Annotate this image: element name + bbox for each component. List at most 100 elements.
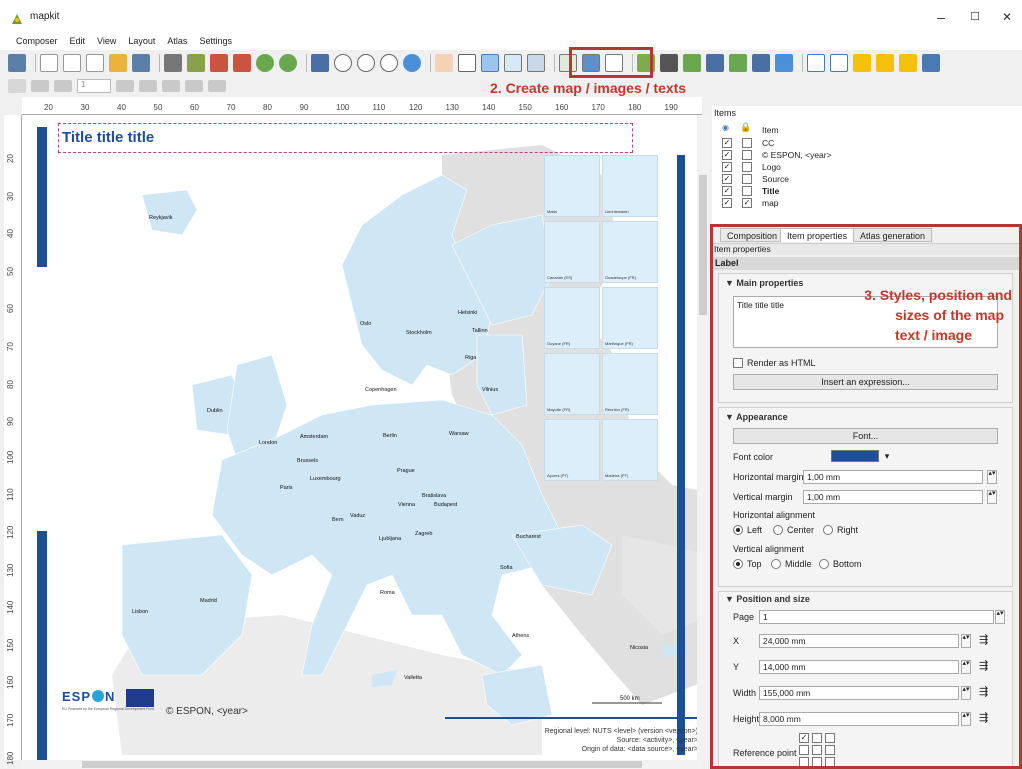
width-data-defined-icon[interactable]: ⇶ — [979, 685, 988, 698]
y-spinner[interactable]: ▴▾ — [961, 660, 971, 674]
atlas-prev-icon[interactable] — [54, 80, 72, 92]
add-polyline-icon[interactable] — [729, 54, 747, 72]
item-row[interactable]: ✓ CC — [720, 137, 1010, 149]
font-color-swatch[interactable] — [831, 450, 879, 462]
item-row[interactable]: ✓ Source — [720, 173, 1010, 185]
add-table-icon[interactable] — [752, 54, 770, 72]
x-spinner[interactable]: ▴▾ — [961, 634, 971, 648]
y-field[interactable]: 14,000 mm — [759, 660, 959, 674]
align-icon[interactable] — [922, 54, 940, 72]
export-svg-icon[interactable] — [210, 54, 228, 72]
height-field[interactable]: 8,000 mm — [759, 712, 959, 726]
x-data-defined-icon[interactable]: ⇶ — [979, 633, 988, 646]
atlas-first-icon[interactable] — [31, 80, 49, 92]
item-row[interactable]: ✓ © ESPON, <year> — [720, 149, 1010, 161]
font-color-dropdown-icon[interactable]: ▾ — [879, 449, 895, 463]
atlas-last-icon[interactable] — [139, 80, 157, 92]
item-visible-checkbox[interactable]: ✓ — [722, 162, 732, 172]
add-arrow-icon[interactable] — [706, 54, 724, 72]
undo-icon[interactable] — [256, 54, 274, 72]
reference-point-cell[interactable] — [825, 757, 835, 767]
valign-middle-radio[interactable] — [771, 559, 781, 569]
hmargin-spinner[interactable]: ▴▾ — [987, 470, 997, 484]
item-lock-checkbox[interactable] — [742, 138, 752, 148]
zoom-tool-icon[interactable] — [458, 54, 476, 72]
vmargin-field[interactable]: 1,00 mm — [803, 490, 983, 504]
atlas-page-field[interactable]: 1 — [77, 79, 111, 93]
save-template-icon[interactable] — [132, 54, 150, 72]
height-data-defined-icon[interactable]: ⇶ — [979, 711, 988, 724]
pan-icon[interactable] — [435, 54, 453, 72]
minimize-button[interactable]: – — [930, 8, 952, 26]
tab-atlas-generation[interactable]: Atlas generation — [853, 228, 933, 242]
item-row[interactable]: ✓ Title — [720, 185, 1010, 197]
unlock-icon[interactable] — [876, 54, 894, 72]
main-properties-title[interactable]: ▼ Main properties — [725, 278, 803, 288]
item-lock-checkbox[interactable]: ✓ — [742, 198, 752, 208]
item-lock-checkbox[interactable] — [742, 186, 752, 196]
item-lock-checkbox[interactable] — [742, 174, 752, 184]
source-label[interactable]: Regional level: NUTS <level> (version <v… — [545, 727, 698, 754]
duplicate-composer-icon[interactable] — [63, 54, 81, 72]
halign-right-radio[interactable] — [823, 525, 833, 535]
add-scalebar-icon[interactable] — [660, 54, 678, 72]
position-size-title[interactable]: ▼ Position and size — [725, 594, 810, 604]
export-image-icon[interactable] — [187, 54, 205, 72]
copyright-label[interactable]: © ESPON, <year> — [166, 706, 248, 717]
redo-icon[interactable] — [279, 54, 297, 72]
item-lock-checkbox[interactable] — [742, 150, 752, 160]
zoom-actual-icon[interactable] — [334, 54, 352, 72]
atlas-next-icon[interactable] — [116, 80, 134, 92]
valign-bottom-radio[interactable] — [819, 559, 829, 569]
insert-expression-button[interactable]: Insert an expression... — [733, 374, 998, 390]
reference-point-cell[interactable] — [812, 757, 822, 767]
font-button[interactable]: Font... — [733, 428, 998, 444]
menu-atlas[interactable]: Atlas — [161, 34, 193, 50]
reference-point-grid[interactable]: ✓ — [799, 733, 839, 769]
render-html-checkbox[interactable] — [733, 358, 743, 368]
item-visible-checkbox[interactable]: ✓ — [722, 174, 732, 184]
atlas-print-icon[interactable] — [162, 80, 180, 92]
x-field[interactable]: 24,000 mm — [759, 634, 959, 648]
menu-settings[interactable]: Settings — [193, 34, 238, 50]
add-shape-icon[interactable] — [683, 54, 701, 72]
y-data-defined-icon[interactable]: ⇶ — [979, 659, 988, 672]
halign-left-radio[interactable] — [733, 525, 743, 535]
atlas-export-icon[interactable] — [185, 80, 203, 92]
edit-nodes-icon[interactable] — [527, 54, 545, 72]
new-composer-icon[interactable] — [40, 54, 58, 72]
menu-composer[interactable]: Composer — [10, 34, 64, 50]
menu-layout[interactable]: Layout — [122, 34, 161, 50]
open-template-icon[interactable] — [109, 54, 127, 72]
reference-point-cell[interactable] — [825, 733, 835, 743]
lock-icon[interactable] — [853, 54, 871, 72]
export-pdf-icon[interactable] — [233, 54, 251, 72]
reference-point-cell[interactable] — [799, 745, 809, 755]
add-html-icon[interactable] — [775, 54, 793, 72]
width-spinner[interactable]: ▴▾ — [961, 686, 971, 700]
page-spinner[interactable]: ▴▾ — [995, 610, 1005, 624]
map-title[interactable]: Title title title — [62, 129, 154, 146]
print-icon[interactable] — [164, 54, 182, 72]
menu-edit[interactable]: Edit — [64, 34, 92, 50]
raise-icon[interactable] — [899, 54, 917, 72]
close-button[interactable]: ✕ — [996, 8, 1018, 26]
item-visible-checkbox[interactable]: ✓ — [722, 186, 732, 196]
appearance-title[interactable]: ▼ Appearance — [725, 412, 788, 422]
zoom-out-icon[interactable] — [380, 54, 398, 72]
save-icon[interactable] — [8, 54, 26, 72]
reference-point-cell[interactable]: ✓ — [799, 733, 809, 743]
tab-item-properties[interactable]: Item properties — [780, 228, 855, 242]
item-visible-checkbox[interactable]: ✓ — [722, 138, 732, 148]
height-spinner[interactable]: ▴▾ — [961, 712, 971, 726]
width-field[interactable]: 155,000 mm — [759, 686, 959, 700]
maximize-button[interactable]: ☐ — [964, 8, 986, 26]
ungroup-icon[interactable] — [830, 54, 848, 72]
canvas-horizontal-scrollbar[interactable] — [22, 760, 702, 769]
hmargin-field[interactable]: 1,00 mm — [803, 470, 983, 484]
vmargin-spinner[interactable]: ▴▾ — [987, 490, 997, 504]
group-icon[interactable] — [807, 54, 825, 72]
menu-view[interactable]: View — [91, 34, 122, 50]
zoom-in-icon[interactable] — [357, 54, 375, 72]
reference-point-cell[interactable] — [799, 757, 809, 767]
